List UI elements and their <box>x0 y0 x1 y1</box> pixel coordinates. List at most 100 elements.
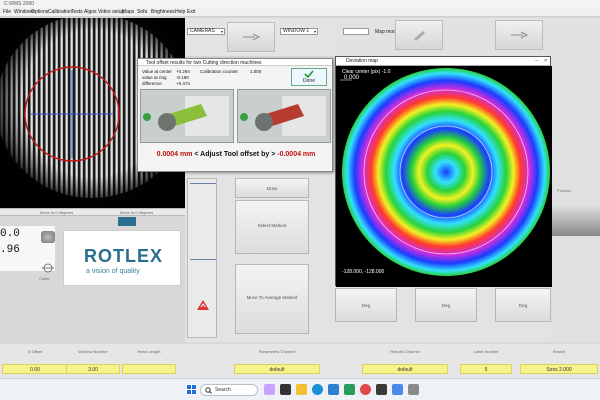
move-right-label[interactable]: Move to 0 degrees <box>120 210 153 215</box>
info-cell-parameters: Parameters Channel default <box>234 346 320 376</box>
vertical-panel <box>187 178 217 338</box>
difference-label: difference <box>142 81 162 86</box>
warning-icon <box>197 300 209 310</box>
menu-maps[interactable]: Maps <box>122 9 134 15</box>
done-button[interactable]: Done <box>291 68 327 86</box>
position-label: Position <box>557 188 572 193</box>
edge-icon[interactable] <box>312 384 323 395</box>
value-display-1: 0.0 <box>0 228 20 240</box>
info-label: Search <box>552 349 566 354</box>
machine-right-image <box>238 90 330 142</box>
menu-tests[interactable]: Tests <box>71 9 83 15</box>
deg-label-3: Deg <box>518 303 528 308</box>
menu-bar: File Windows Options Calibration Tests A… <box>0 8 600 17</box>
brand-name: ROTLEX <box>84 246 164 266</box>
menu-options[interactable]: Options <box>31 9 48 15</box>
result-mid: < Adjust Tool offset by > <box>192 151 278 158</box>
calibr-label: Calibr. <box>39 276 51 281</box>
windows-start-icon[interactable] <box>186 384 197 395</box>
value-buttons: Calibr. <box>35 226 63 286</box>
info-label: Label Number <box>473 349 499 354</box>
taskbar-search[interactable]: Search <box>200 384 258 396</box>
app-icon-10[interactable] <box>408 384 419 395</box>
minimize-icon[interactable]: – <box>535 58 538 64</box>
deg-label-2: Deg <box>441 303 451 308</box>
info-cell-results: Results Channel default <box>362 346 448 376</box>
chevron-down-icon: ▾ <box>220 29 223 34</box>
draw-button-label: Draw <box>266 186 278 191</box>
app-root: C:\RMS 2000 File Windows Options Calibra… <box>0 0 600 400</box>
control-strip: CAMERAS ▾ WINDOW 1 ▾ <box>185 18 335 56</box>
menu-video-setup[interactable]: Video setup <box>98 9 124 15</box>
tool-arrow-icon <box>511 31 529 39</box>
info-label: Head Length <box>137 349 161 354</box>
folder-icon[interactable] <box>296 384 307 395</box>
ring-label: value at ring <box>142 75 167 80</box>
app-icon-7[interactable] <box>360 384 371 395</box>
info-label: N Offset <box>27 349 43 354</box>
info-value[interactable] <box>122 364 176 374</box>
deg-button-3[interactable]: Deg <box>495 288 551 322</box>
deviation-map[interactable] <box>336 66 552 287</box>
map-mode-panel: Map mode <box>335 18 600 56</box>
map-coord-text: -128.000, -128.000 <box>342 269 385 275</box>
camera-select[interactable]: CAMERAS ▾ <box>187 28 225 35</box>
deg-button-1[interactable]: Deg <box>335 288 397 322</box>
map-right-button[interactable] <box>495 20 543 50</box>
value-display-2: .96 <box>0 244 20 256</box>
move-average-button[interactable]: Move To Average Marked <box>235 264 309 334</box>
info-cell-label-number: Label Number 5 <box>460 346 512 376</box>
info-value[interactable]: default <box>362 364 448 374</box>
info-label: Parameters Channel <box>258 349 296 354</box>
checkmark-icon <box>304 70 314 78</box>
brand-tagline: a vision of quality <box>86 268 140 275</box>
info-value[interactable]: 5 <box>460 364 512 374</box>
result-line: 0.0004 mm < Adjust Tool offset by > -0.0… <box>138 151 334 165</box>
info-label: Window Number <box>78 349 108 354</box>
move-left-label[interactable]: Move to 0 degrees <box>40 210 73 215</box>
store-icon[interactable] <box>328 384 339 395</box>
app-icon-6[interactable] <box>344 384 355 395</box>
difference-value: +0.474 <box>176 81 190 86</box>
window-title: C:\RMS 2000 <box>0 0 600 8</box>
deg-button-2[interactable]: Deg <box>415 288 477 322</box>
blue-indicator <box>118 217 136 226</box>
info-value[interactable]: default <box>234 364 320 374</box>
app-icon-8[interactable] <box>376 384 387 395</box>
select-marked-button[interactable]: Select Marked <box>235 200 309 254</box>
menu-exit[interactable]: Exit <box>187 9 195 15</box>
info-value[interactable]: 0.00 <box>2 364 68 374</box>
info-cell-head: Head Length <box>122 346 176 376</box>
app-icon-2[interactable] <box>280 384 291 395</box>
round-button[interactable] <box>41 231 55 243</box>
blue-divider <box>190 183 216 184</box>
dialog-title: Tool offset results for two Cutting dire… <box>138 59 332 66</box>
right-gradient-panel <box>551 206 600 236</box>
menu-sofa[interactable]: Sofa <box>137 9 147 15</box>
app-icon-1[interactable] <box>264 384 275 395</box>
draw-button[interactable]: Draw <box>235 178 309 198</box>
menu-algos[interactable]: Algos <box>84 9 97 15</box>
menu-brightness[interactable]: Brightness <box>151 9 175 15</box>
close-icon[interactable]: × <box>544 58 547 64</box>
ring-value: -0.180 <box>176 75 189 80</box>
window-select[interactable]: WINDOW 1 ▾ <box>280 28 318 35</box>
search-placeholder: Search <box>215 387 231 393</box>
blue-divider <box>190 259 216 260</box>
info-value[interactable]: 3.00 <box>66 364 120 374</box>
menu-calibration[interactable]: Calibration <box>48 9 72 15</box>
map-mode-toggle[interactable] <box>343 28 369 35</box>
tool-left-button[interactable] <box>227 22 275 52</box>
deviation-map-window: Deviation map – × 0.000 Clear center (pi… <box>335 56 552 287</box>
machine-photo-left <box>140 89 234 143</box>
info-label: Results Channel <box>390 349 420 354</box>
app-icon-9[interactable] <box>392 384 403 395</box>
info-value[interactable]: Sons 2.000 <box>520 364 598 374</box>
menu-help[interactable]: Help <box>175 9 185 15</box>
target-icon[interactable] <box>41 262 55 274</box>
map-tool-button[interactable] <box>395 20 443 50</box>
machine-photo-right <box>237 89 331 143</box>
tool-arrow-icon <box>243 33 261 41</box>
select-marked-label: Select Marked <box>257 223 287 228</box>
menu-file[interactable]: File <box>3 9 11 15</box>
